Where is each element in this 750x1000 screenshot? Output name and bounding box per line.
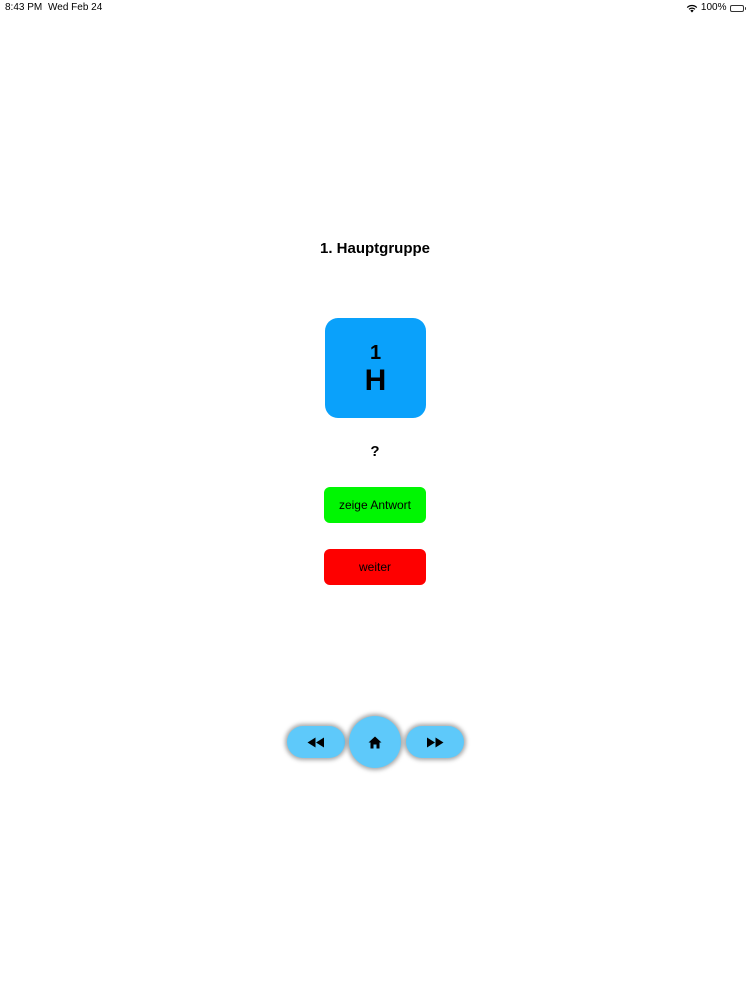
- wifi-icon: [686, 4, 698, 13]
- rewind-icon: [307, 737, 325, 748]
- show-answer-button[interactable]: zeige Antwort: [324, 487, 426, 523]
- status-time: 8:43 PM: [5, 2, 43, 13]
- battery-percent: 100%: [700, 2, 727, 13]
- home-button[interactable]: [349, 716, 401, 768]
- forward-button[interactable]: [406, 726, 464, 758]
- home-icon: [368, 736, 382, 749]
- screen: 8:43 PM Wed Feb 24 100% 1. Hauptgruppe 1…: [0, 0, 750, 1000]
- element-card: 1 H: [325, 318, 426, 418]
- next-button[interactable]: weiter: [324, 549, 426, 585]
- element-number: 1: [369, 342, 382, 364]
- status-bar: 8:43 PM Wed Feb 24 100%: [0, 0, 750, 16]
- status-date: Wed Feb 24: [48, 2, 103, 13]
- battery-icon: [729, 4, 746, 12]
- answer-placeholder: ?: [370, 443, 380, 460]
- element-symbol: H: [364, 364, 387, 397]
- fast-forward-icon: [426, 737, 444, 748]
- status-right: 100%: [686, 1, 746, 15]
- page-title: 1. Hauptgruppe: [319, 240, 430, 257]
- previous-button[interactable]: [287, 726, 345, 758]
